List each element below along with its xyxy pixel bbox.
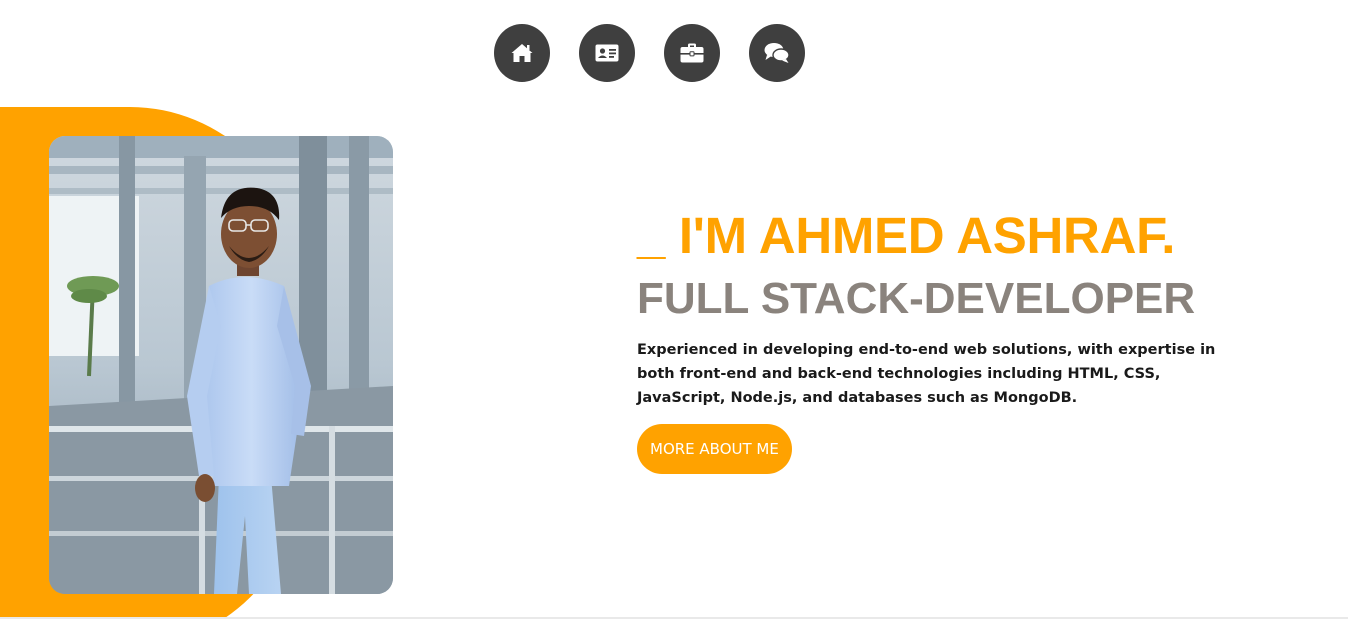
nav-home-button[interactable] <box>494 24 550 82</box>
nav-portfolio-button[interactable] <box>664 24 720 82</box>
hero-content: _ I'M AHMED ASHRAF. FULL STACK-DEVELOPER… <box>637 206 1257 474</box>
chat-bubbles-icon <box>764 43 790 63</box>
more-about-me-button[interactable]: MORE ABOUT ME <box>637 424 792 474</box>
profile-photo <box>49 136 393 594</box>
home-icon <box>511 44 533 62</box>
hero-subheadline: FULL STACK-DEVELOPER <box>637 274 1196 323</box>
nav-about-button[interactable] <box>579 24 635 82</box>
page: _ I'M AHMED ASHRAF. FULL STACK-DEVELOPER… <box>0 0 1348 619</box>
hero-bio: Experienced in developing end-to-end web… <box>637 342 1216 406</box>
briefcase-icon <box>680 43 704 63</box>
top-nav <box>494 24 805 82</box>
hero-headline: _ I'M AHMED ASHRAF. <box>637 207 1176 264</box>
id-card-icon <box>595 44 619 62</box>
nav-contact-button[interactable] <box>749 24 805 82</box>
